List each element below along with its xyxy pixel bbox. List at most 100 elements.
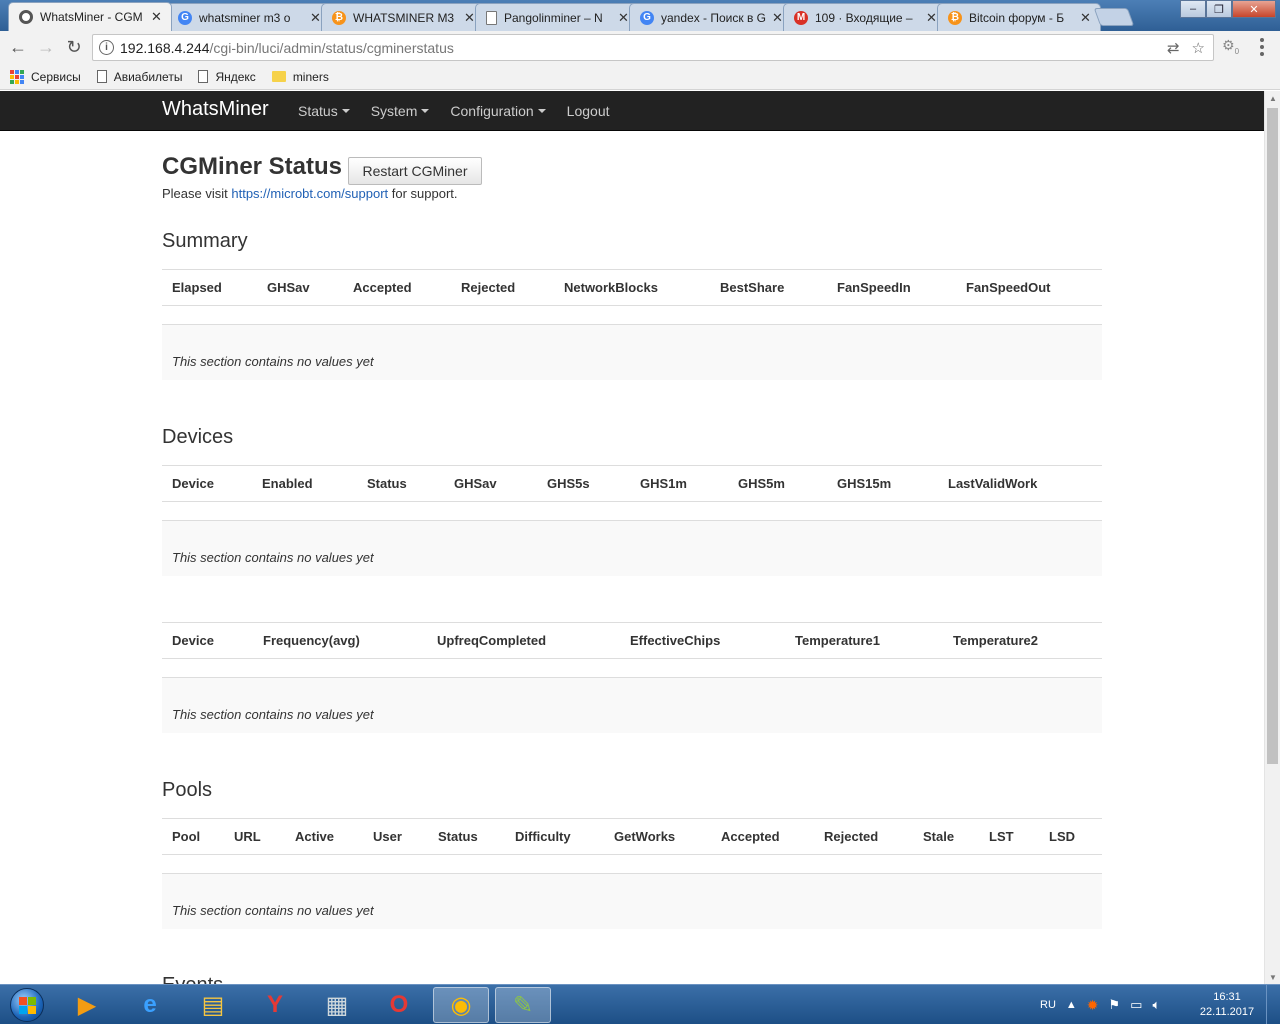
devices-chips-table: Device Frequency(avg) UpfreqCompleted Effec… <box>162 622 1102 733</box>
column-header[interactable]: User <box>373 829 402 844</box>
taskbar-app[interactable]: ◉ <box>433 987 489 1023</box>
column-header[interactable]: Accepted <box>721 829 780 844</box>
caret-down-icon <box>421 109 430 113</box>
brand-link[interactable]: WhatsMiner <box>162 98 269 121</box>
star-icon[interactable]: ☆ <box>1192 39 1205 57</box>
column-header[interactable]: GHS1m <box>640 476 687 491</box>
show-desktop-button[interactable] <box>1266 985 1280 1024</box>
close-tab-icon[interactable]: ✕ <box>1080 10 1092 26</box>
nav-logout[interactable]: Logout <box>567 103 610 119</box>
column-header[interactable]: Pool <box>172 829 200 844</box>
column-header[interactable]: GHS5s <box>547 476 590 491</box>
column-header[interactable]: Temperature1 <box>795 633 880 648</box>
calculator-icon: ▦ <box>325 991 349 1019</box>
column-header[interactable]: Difficulty <box>515 829 571 844</box>
nav-system[interactable]: System <box>371 103 430 119</box>
back-button[interactable]: ← <box>4 34 32 62</box>
start-button[interactable] <box>4 986 50 1024</box>
info-icon[interactable]: i <box>99 40 114 55</box>
tray-expand-icon[interactable]: ▲ <box>1066 999 1077 1011</box>
language-indicator[interactable]: RU <box>1040 999 1056 1011</box>
taskbar-app[interactable]: ▤ <box>185 987 241 1023</box>
column-header[interactable]: GHS15m <box>837 476 891 491</box>
bookmark-item[interactable]: Сервисы <box>10 69 81 84</box>
menu-icon[interactable] <box>1252 36 1272 58</box>
translate-icon[interactable]: ⇄ <box>1167 39 1180 57</box>
flag-icon[interactable]: ⚑ <box>1109 997 1121 1013</box>
column-header[interactable]: EffectiveChips <box>630 633 720 648</box>
taskbar-app[interactable]: O <box>371 987 427 1023</box>
column-header[interactable]: Elapsed <box>172 280 222 295</box>
browser-tab[interactable]: M 109 · Входящие – ✕ <box>783 3 947 31</box>
column-header[interactable]: LST <box>989 829 1014 844</box>
column-header[interactable]: Enabled <box>262 476 313 491</box>
restart-cgminer-button[interactable]: Restart CGMiner <box>348 157 482 185</box>
column-header[interactable]: GHSav <box>267 280 310 295</box>
bookmark-item[interactable]: Яндекс <box>198 70 256 84</box>
browser-tab[interactable]: Pangolinminer – N ✕ <box>475 3 639 31</box>
column-header[interactable]: GHSav <box>454 476 497 491</box>
taskbar-app[interactable]: ▦ <box>309 987 365 1023</box>
address-bar[interactable]: i 192.168.4.244/cgi-bin/luci/admin/statu… <box>92 34 1214 61</box>
browser-tab[interactable]: Gyandex - Поиск в G ✕ <box>629 3 793 31</box>
volume-icon[interactable]: 🔈︎ <box>1152 997 1160 1013</box>
column-header[interactable]: FanSpeedIn <box>837 280 911 295</box>
column-header[interactable]: Stale <box>923 829 954 844</box>
column-header[interactable]: LastValidWork <box>948 476 1037 491</box>
scroll-up-icon[interactable]: ▲ <box>1269 94 1277 103</box>
column-header[interactable]: LSD <box>1049 829 1075 844</box>
column-header[interactable]: URL <box>234 829 261 844</box>
browser-tab[interactable]: ₿ Bitcoin форум - Б ✕ <box>937 3 1101 31</box>
column-header[interactable]: Rejected <box>461 280 515 295</box>
page-icon <box>96 70 107 83</box>
browser-tab[interactable]: Gwhatsminer m3 o ✕ <box>167 3 331 31</box>
column-header[interactable]: NetworkBlocks <box>564 280 658 295</box>
column-header[interactable]: Status <box>438 829 478 844</box>
nav-configuration[interactable]: Configuration <box>450 103 546 119</box>
column-header[interactable]: Active <box>295 829 334 844</box>
column-header[interactable]: UpfreqCompleted <box>437 633 546 648</box>
close-window-button[interactable]: ✕ <box>1232 0 1276 18</box>
new-tab-button[interactable] <box>1093 8 1135 26</box>
column-header[interactable]: Accepted <box>353 280 412 295</box>
column-header[interactable]: Device <box>172 476 214 491</box>
nav-status[interactable]: Status <box>298 103 350 119</box>
column-header[interactable]: Status <box>367 476 407 491</box>
column-header[interactable]: Frequency(avg) <box>263 633 360 648</box>
taskbar-app[interactable]: ▶ <box>59 987 115 1023</box>
column-header[interactable]: GHS5m <box>738 476 785 491</box>
column-header[interactable]: GetWorks <box>614 829 675 844</box>
close-tab-icon[interactable]: ✕ <box>151 9 163 25</box>
column-header[interactable]: FanSpeedOut <box>966 280 1051 295</box>
support-link[interactable]: https://microbt.com/support <box>231 186 388 201</box>
maximize-button[interactable]: ❐ <box>1206 0 1232 18</box>
taskbar-app[interactable]: ✎ <box>495 987 551 1023</box>
url-path: /cgi-bin/luci/admin/status/cgminerstatus <box>209 39 454 56</box>
bookmark-item[interactable]: miners <box>271 70 329 84</box>
reload-button[interactable]: ↻ <box>60 34 88 62</box>
page-icon <box>198 70 209 83</box>
minimize-button[interactable]: – <box>1180 0 1206 18</box>
clock[interactable]: 16:31 22.11.2017 <box>1196 990 1258 1020</box>
column-header[interactable]: BestShare <box>720 280 784 295</box>
extension-badge: 0 <box>1234 46 1240 56</box>
spinner-icon <box>19 10 33 24</box>
tab-title: yandex - Поиск в G <box>661 10 766 25</box>
scroll-down-icon[interactable]: ▼ <box>1269 973 1277 982</box>
forward-button[interactable]: → <box>32 34 60 62</box>
column-header[interactable]: Rejected <box>824 829 878 844</box>
browser-tab[interactable]: WhatsMiner - CGM ✕ <box>8 2 172 31</box>
taskbar-app[interactable]: Y <box>247 987 303 1023</box>
column-header[interactable]: Device <box>172 633 214 648</box>
extension-icon[interactable]: ⚙0 <box>1222 37 1242 57</box>
network-icon[interactable]: ▭ <box>1130 997 1142 1013</box>
taskbar-app[interactable]: e <box>122 987 178 1023</box>
column-header[interactable]: Temperature2 <box>953 633 1038 648</box>
tab-title: 109 · Входящие – <box>815 10 913 25</box>
bookmark-item[interactable]: Авиабилеты <box>96 70 182 84</box>
scrollbar-thumb[interactable] <box>1267 108 1278 764</box>
nav-label: Status <box>298 103 338 119</box>
vertical-scrollbar[interactable]: ▲ ▼ <box>1264 91 1280 984</box>
browser-tab[interactable]: ₿ WHATSMINER M3 ✕ <box>321 3 485 31</box>
avast-icon[interactable]: ✹ <box>1087 997 1099 1014</box>
